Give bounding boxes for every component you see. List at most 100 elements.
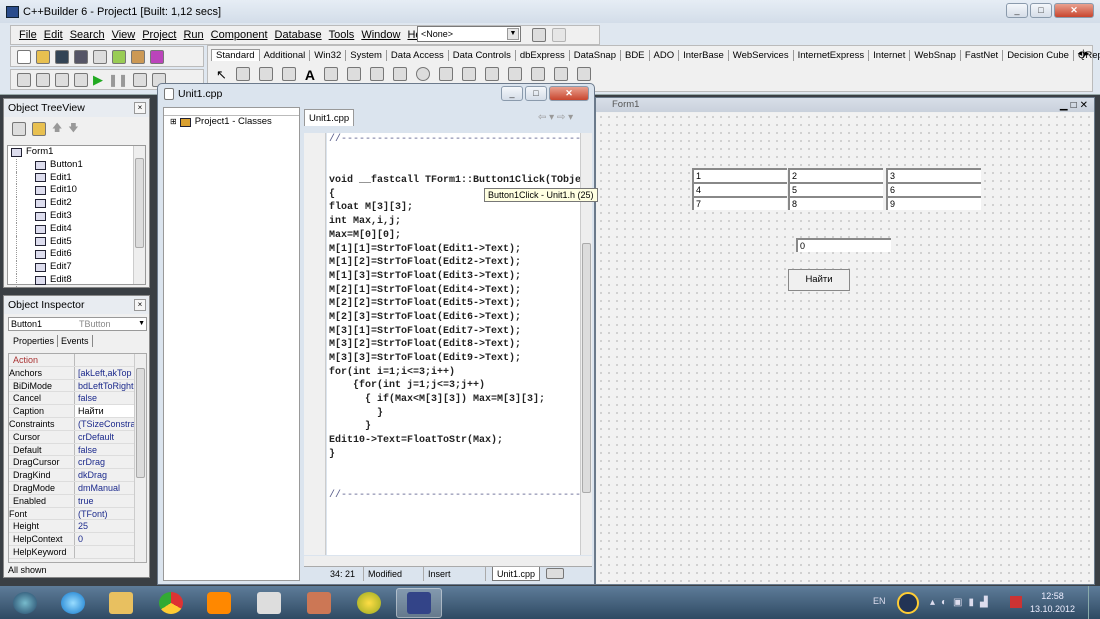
- file-tab[interactable]: Unit1.cpp: [492, 567, 541, 581]
- open-project-icon[interactable]: [93, 49, 107, 64]
- pointer-icon[interactable]: ↖: [216, 67, 227, 83]
- property-row[interactable]: Default false: [9, 443, 146, 457]
- taskbar-chrome[interactable]: [148, 588, 194, 618]
- palette-tab-websnap[interactable]: WebSnap: [910, 49, 961, 61]
- property-row[interactable]: DragKind dkDrag: [9, 469, 146, 482]
- tab-scroll-icon[interactable]: [546, 568, 565, 579]
- tab-properties[interactable]: Properties: [10, 335, 59, 347]
- property-row[interactable]: DragCursor crDrag: [9, 456, 146, 470]
- toggle-form-unit-icon[interactable]: [55, 72, 69, 87]
- menu-file[interactable]: File: [19, 29, 37, 41]
- minimize-button[interactable]: _: [501, 86, 523, 101]
- class-explorer-scrollbar[interactable]: [164, 108, 299, 116]
- mainmenu-icon[interactable]: [235, 67, 250, 81]
- save-icon[interactable]: [55, 49, 69, 64]
- menu-window[interactable]: Window: [361, 29, 400, 41]
- tree-item[interactable]: Edit6: [16, 248, 145, 262]
- chevron-down-icon[interactable]: ▼: [138, 318, 145, 330]
- show-desktop-button[interactable]: [1088, 586, 1100, 619]
- menu-search[interactable]: Search: [70, 29, 105, 41]
- label-a-icon[interactable]: A: [305, 67, 315, 83]
- tree-item[interactable]: Edit2: [16, 197, 145, 210]
- palette-tab-dbexpress[interactable]: dbExpress: [516, 49, 570, 61]
- result-edit[interactable]: 0: [796, 238, 891, 252]
- property-row[interactable]: Action: [9, 354, 146, 367]
- new-form-icon[interactable]: [74, 72, 88, 87]
- treeview-scrollbar[interactable]: [133, 146, 145, 284]
- help-icon[interactable]: [150, 49, 164, 64]
- code-hscrollbar[interactable]: [304, 556, 592, 566]
- desktop-config-combo[interactable]: <None> ▼: [417, 26, 521, 42]
- edit-field[interactable]: 2: [788, 168, 883, 182]
- tab-events[interactable]: Events: [58, 335, 93, 347]
- palette-tab-standard[interactable]: Standard: [211, 49, 260, 61]
- remove-file-icon[interactable]: [131, 49, 145, 64]
- menu-run[interactable]: Run: [183, 29, 203, 41]
- property-row[interactable]: Anchors [akLeft,akTop: [9, 366, 146, 380]
- property-row[interactable]: DragMode dmManual: [9, 481, 146, 495]
- maximize-button[interactable]: □: [1030, 3, 1052, 18]
- language-indicator[interactable]: EN: [873, 596, 886, 606]
- property-row[interactable]: Cursor crDefault: [9, 430, 146, 444]
- inspector-scrollbar[interactable]: [134, 354, 146, 562]
- close-button[interactable]: ✕: [549, 86, 589, 101]
- button-icon[interactable]: [370, 67, 385, 81]
- menu-edit[interactable]: Edit: [44, 29, 63, 41]
- find-button[interactable]: Найти: [788, 269, 850, 291]
- palette-tab-additional[interactable]: Additional: [260, 49, 311, 61]
- palette-tab-win32[interactable]: Win32: [310, 49, 347, 61]
- taskbar-odnoklassniki[interactable]: [196, 588, 242, 618]
- taskbar-cbuilder[interactable]: [396, 588, 442, 618]
- tray-icons[interactable]: ▴◐▣▮▟: [930, 597, 994, 608]
- tree-item[interactable]: Edit10: [16, 184, 145, 198]
- palette-tab-interbase[interactable]: InterBase: [679, 49, 729, 61]
- edit-field[interactable]: 7: [692, 196, 787, 210]
- close-icon[interactable]: ×: [134, 102, 146, 114]
- radiogroup-icon[interactable]: [531, 67, 546, 81]
- new-icon[interactable]: [17, 49, 31, 64]
- groupbox-icon[interactable]: [508, 67, 523, 81]
- tree-item[interactable]: Edit3: [16, 209, 145, 223]
- property-row[interactable]: Constraints (TSizeConstra: [9, 417, 146, 431]
- property-row[interactable]: Font (TFont): [9, 507, 146, 521]
- save-desktop-icon[interactable]: [532, 28, 546, 42]
- start-button[interactable]: [2, 588, 48, 618]
- menu-component[interactable]: Component: [211, 29, 268, 41]
- edit-field[interactable]: 9: [886, 196, 981, 210]
- taskbar-explorer[interactable]: [98, 588, 144, 618]
- clock[interactable]: 12:58 13.10.2012: [1030, 590, 1075, 616]
- navigate-arrows[interactable]: ⇦ ▾ ⇨ ▾: [538, 112, 573, 123]
- edit-field[interactable]: 5: [788, 182, 883, 196]
- property-row[interactable]: HelpContext 0: [9, 533, 146, 546]
- run-icon[interactable]: ▶: [93, 72, 103, 88]
- object-selector[interactable]: Button1 TButton ▼: [8, 317, 147, 331]
- save-all-icon[interactable]: [74, 49, 88, 64]
- radiobutton-icon[interactable]: [416, 67, 431, 81]
- listbox-icon[interactable]: [439, 67, 454, 81]
- menu-project[interactable]: Project: [142, 29, 176, 41]
- palette-tab-datasnap[interactable]: DataSnap: [570, 49, 621, 61]
- close-icon[interactable]: ×: [134, 299, 146, 311]
- scrollbar-icon[interactable]: [485, 67, 500, 81]
- label-icon[interactable]: [281, 67, 296, 81]
- tree-item[interactable]: Edit4: [16, 222, 145, 236]
- palette-tab-internetexpress[interactable]: InternetExpress: [794, 49, 870, 61]
- tab-unit1-cpp[interactable]: Unit1.cpp: [304, 109, 354, 126]
- form-window-controls[interactable]: ▁□✕: [1060, 99, 1091, 113]
- view-form-icon[interactable]: [36, 72, 50, 87]
- property-row[interactable]: Enabled true: [9, 494, 146, 508]
- volume-muted-icon[interactable]: [1010, 596, 1022, 608]
- folder-icon[interactable]: [12, 122, 26, 136]
- taskbar-ie[interactable]: [50, 588, 96, 618]
- menu-view[interactable]: View: [112, 29, 136, 41]
- edit-field[interactable]: 8: [788, 196, 883, 210]
- property-row[interactable]: Caption Найти: [9, 405, 146, 418]
- palette-tab-data-controls[interactable]: Data Controls: [449, 49, 516, 61]
- combobox-icon[interactable]: [462, 67, 477, 81]
- taskbar-app[interactable]: [296, 588, 342, 618]
- tree-item[interactable]: Button1: [16, 158, 145, 172]
- class-tree-root[interactable]: ⊞ Project1 - Classes: [164, 116, 299, 129]
- taskbar-hp[interactable]: [246, 588, 292, 618]
- palette-tab-system[interactable]: System: [346, 49, 387, 61]
- property-row[interactable]: HelpKeyword: [9, 545, 146, 559]
